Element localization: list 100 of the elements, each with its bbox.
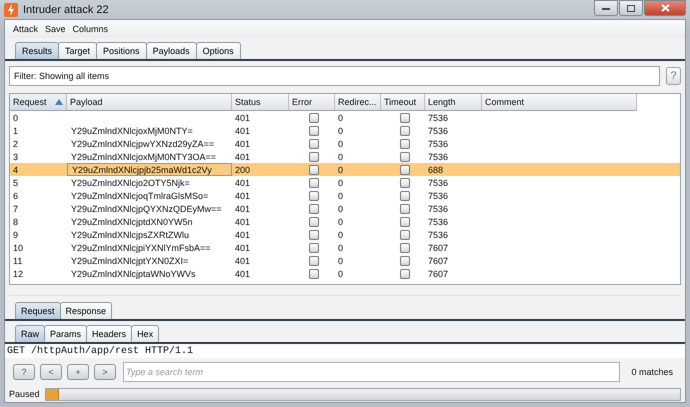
table-cell: 7536 [428,126,448,136]
table-cell: 401 [235,190,250,200]
table-cell: 5 [13,178,18,188]
menu-item[interactable]: Columns [72,24,108,34]
checkbox[interactable] [308,138,318,148]
table-row[interactable]: 2 Y29uZmlndXNlcjpwYXNzd29yZA== 401 0 7536 [10,137,680,150]
table-row[interactable]: 7 Y29uZmlndXNlcjpQYXNzQDEyMw== 401 0 7536 [10,202,680,215]
table-cell: 10 [13,242,24,252]
table-row[interactable]: 6 Y29uZmlndXNlcjoqTmlraGlsMSo= 401 0 7536 [10,189,680,202]
tab[interactable]: Results [15,42,60,59]
checkbox[interactable] [308,256,318,266]
table-row[interactable]: 4 Y29uZmlndXNlcjpjb25maWd1c2Vy 200 0 688 [10,163,680,176]
tab[interactable]: Hex [131,325,160,342]
checkbox[interactable] [308,216,318,226]
checkbox[interactable] [308,190,318,200]
search-nav-button[interactable]: > [94,364,116,380]
checkbox[interactable] [400,126,410,136]
checkbox[interactable] [308,164,318,174]
checkbox[interactable] [308,112,318,122]
table-row[interactable]: 11 Y29uZmlndXNlcjptYXN0ZXI= 401 0 7607 [10,254,680,267]
table-cell: 688 [428,164,444,174]
table-cell: 0 [338,230,344,240]
table-row[interactable]: 12 Y29uZmlndXNlcjptaWNoYWVs 401 0 7607 [10,267,680,280]
checkbox[interactable] [308,126,318,136]
table-cell: Y29uZmlndXNlcjo2OTY5Njk= [71,178,190,188]
checkbox[interactable] [308,230,318,240]
table-cell: 7536 [428,230,448,240]
sort-ascending-icon [54,99,63,105]
tab[interactable]: Positions [96,42,147,59]
checkbox[interactable] [308,152,318,162]
tab[interactable]: Headers [86,325,132,342]
table-cell: 0 [338,112,344,122]
table-cell: 401 [235,204,250,214]
table-cell: 0 [13,112,18,122]
column-header[interactable]: Length [425,94,482,110]
minimize-button[interactable] [594,0,618,16]
table-cell: 401 [235,138,250,148]
table-cell: 401 [235,152,250,162]
tab[interactable]: Raw [15,325,46,342]
checkbox[interactable] [400,190,410,200]
table-cell: 401 [235,230,250,240]
status-label: Paused [9,389,40,399]
checkbox[interactable] [308,242,318,252]
checkbox[interactable] [308,204,318,214]
menu-item[interactable]: Attack [13,24,38,34]
checkbox[interactable] [400,152,410,162]
checkbox[interactable] [308,268,318,278]
tab[interactable]: Request [15,302,61,319]
close-button[interactable] [644,0,686,16]
table-row[interactable]: 1 Y29uZmlndXNlcjoxMjM0NTY= 401 0 7536 [10,124,680,137]
maximize-button[interactable] [619,0,643,16]
maximize-icon [627,4,635,12]
checkbox[interactable] [400,178,410,188]
help-button[interactable]: ? [666,67,681,85]
column-header[interactable]: Redirec... [335,94,381,110]
table-cell: Y29uZmlndXNlcjoxMjM0NTY3OA== [71,152,216,162]
table-row[interactable]: 10 Y29uZmlndXNlcjpiYXNlYmFsbA== 401 0 7607 [10,241,680,254]
table-cell: 401 [235,216,250,226]
table-row[interactable]: 5 Y29uZmlndXNlcjo2OTY5Njk= 401 0 7536 [10,176,680,189]
table-cell: 8 [13,216,18,226]
tab[interactable]: Options [196,42,241,59]
search-field[interactable]: Type a search term [123,362,620,382]
match-count: 0 matches [631,367,673,377]
column-header[interactable]: Comment [482,94,637,110]
column-header[interactable]: Request [10,94,67,110]
column-header[interactable]: Error [289,94,335,110]
checkbox[interactable] [308,178,318,188]
table-cell: 7536 [428,216,448,226]
table-row[interactable]: 3 Y29uZmlndXNlcjoxMjM0NTY3OA== 401 0 7536 [10,150,680,163]
tab[interactable]: Target [58,42,98,59]
table-row[interactable]: 8 Y29uZmlndXNlcjptdXN0YW5n 401 0 7536 [10,215,680,228]
search-nav-button[interactable]: < [40,364,62,380]
table-cell: Y29uZmlndXNlcjpiYXNlYmFsbA== [71,242,211,252]
checkbox[interactable] [400,138,410,148]
column-header[interactable]: Status [232,94,289,110]
checkbox[interactable] [400,164,410,174]
table-cell: Y29uZmlndXNlcjptYXN0ZXI= [71,256,188,266]
search-nav-button[interactable]: + [67,364,89,380]
checkbox[interactable] [400,242,410,252]
tab[interactable]: Payloads [146,42,197,59]
checkbox[interactable] [400,204,410,214]
table-row[interactable]: 0 401 0 7536 [10,111,680,124]
filter-bar[interactable]: Filter: Showing all items [9,66,660,86]
table-cell: 0 [338,268,344,278]
checkbox[interactable] [400,256,410,266]
table-cell: Y29uZmlndXNlcjoqTmlraGlsMSo= [71,190,208,200]
tab[interactable]: Params [44,325,88,342]
table-row[interactable]: 9 Y29uZmlndXNlcjpsZXRtZWlu 401 0 7536 [10,228,680,241]
column-header[interactable]: Payload [67,94,232,110]
table-cell: 3 [13,152,18,162]
checkbox[interactable] [400,112,410,122]
checkbox[interactable] [400,216,410,226]
table-cell: 9 [13,230,18,240]
table-cell: 401 [235,178,250,188]
checkbox[interactable] [400,230,410,240]
menu-item[interactable]: Save [45,24,66,34]
checkbox[interactable] [400,268,410,278]
search-nav-button[interactable]: ? [13,364,35,380]
tab[interactable]: Response [60,302,112,319]
column-header[interactable]: Timeout [381,94,425,110]
